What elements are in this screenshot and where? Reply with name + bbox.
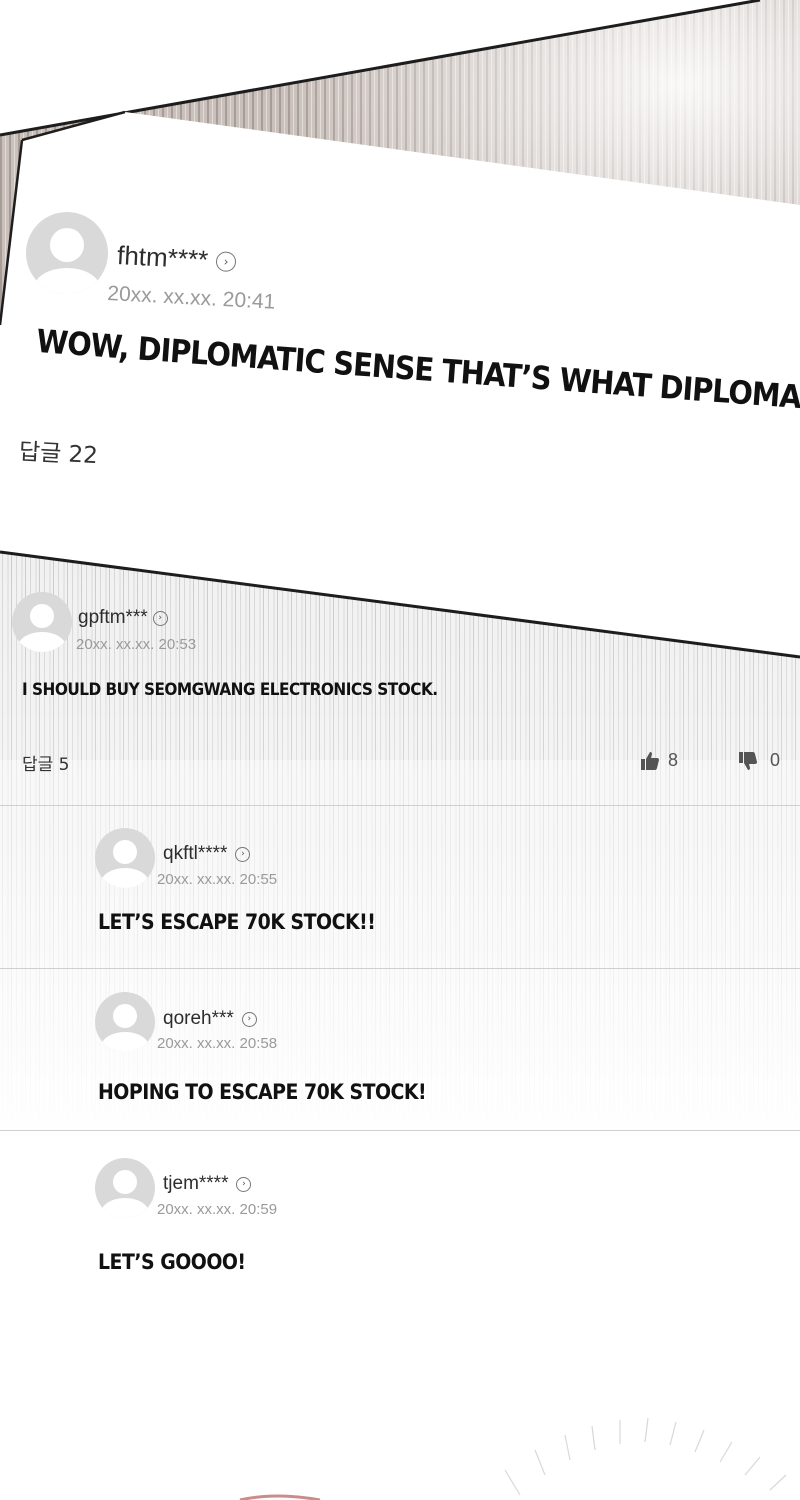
comment-author[interactable]: qoreh*** › xyxy=(163,1008,257,1030)
chevron-right-icon[interactable]: › xyxy=(236,1176,252,1192)
comment-text: LET’S ESCAPE 70K STOCK!! xyxy=(98,910,376,934)
username[interactable]: qkftl**** xyxy=(163,843,227,865)
comment-text: I SHOULD BUY SEOMGWANG ELECTRONICS STOCK… xyxy=(22,680,438,700)
comment-timestamp: 20xx. xx.xx. 20:59 xyxy=(157,1201,278,1218)
avatar[interactable] xyxy=(95,828,155,888)
divider xyxy=(0,805,800,806)
username[interactable]: qoreh*** xyxy=(163,1008,234,1030)
comment-author[interactable]: tjem**** › xyxy=(163,1173,252,1195)
comment-text: LET’S GOOOO! xyxy=(98,1250,246,1274)
comment-timestamp: 20xx. xx.xx. 20:41 xyxy=(106,282,276,314)
bottom-arc xyxy=(239,1494,321,1500)
thumbs-up-icon xyxy=(641,751,659,770)
avatar[interactable] xyxy=(12,592,72,652)
chevron-right-icon[interactable]: › xyxy=(235,846,251,862)
comment-timestamp: 20xx. xx.xx. 20:55 xyxy=(157,871,278,888)
comment-author[interactable]: fhtm**** › xyxy=(116,240,237,277)
avatar[interactable] xyxy=(95,1158,155,1218)
avatar[interactable] xyxy=(95,992,155,1052)
dislike-button[interactable]: 0 xyxy=(738,750,780,771)
like-button[interactable]: 8 xyxy=(640,750,678,771)
username[interactable]: fhtm**** xyxy=(116,240,208,276)
comment-text: HOPING TO ESCAPE 70K STOCK! xyxy=(98,1080,427,1104)
chevron-right-icon[interactable]: › xyxy=(152,610,168,626)
username[interactable]: tjem**** xyxy=(163,1173,228,1195)
comment-timestamp: 20xx. xx.xx. 20:53 xyxy=(76,636,197,653)
reply-count-button[interactable]: 답글 5 xyxy=(22,750,70,775)
chevron-right-icon[interactable]: › xyxy=(241,1011,257,1027)
comment-timestamp: 20xx. xx.xx. 20:58 xyxy=(157,1035,278,1052)
bottom-burst xyxy=(504,1417,790,1500)
avatar[interactable] xyxy=(26,212,108,294)
comment-author[interactable]: qkftl**** › xyxy=(163,843,251,865)
comment-author[interactable]: gpftm*** › xyxy=(78,607,168,629)
chevron-right-icon[interactable]: › xyxy=(215,250,237,272)
divider xyxy=(0,968,800,969)
dislike-count: 0 xyxy=(770,750,781,770)
comment-fhtm: fhtm**** › 20xx. xx.xx. 20:41 WOW, DIPLO… xyxy=(0,0,800,560)
reply-count-button[interactable]: 답글 22 xyxy=(18,432,99,470)
comment-text: WOW, DIPLOMATIC SENSE THAT’S WHAT DIPLOM… xyxy=(35,322,800,422)
divider xyxy=(0,1130,800,1131)
like-count: 8 xyxy=(668,750,679,770)
thumbs-down-icon xyxy=(739,751,757,770)
username[interactable]: gpftm*** xyxy=(78,607,148,629)
